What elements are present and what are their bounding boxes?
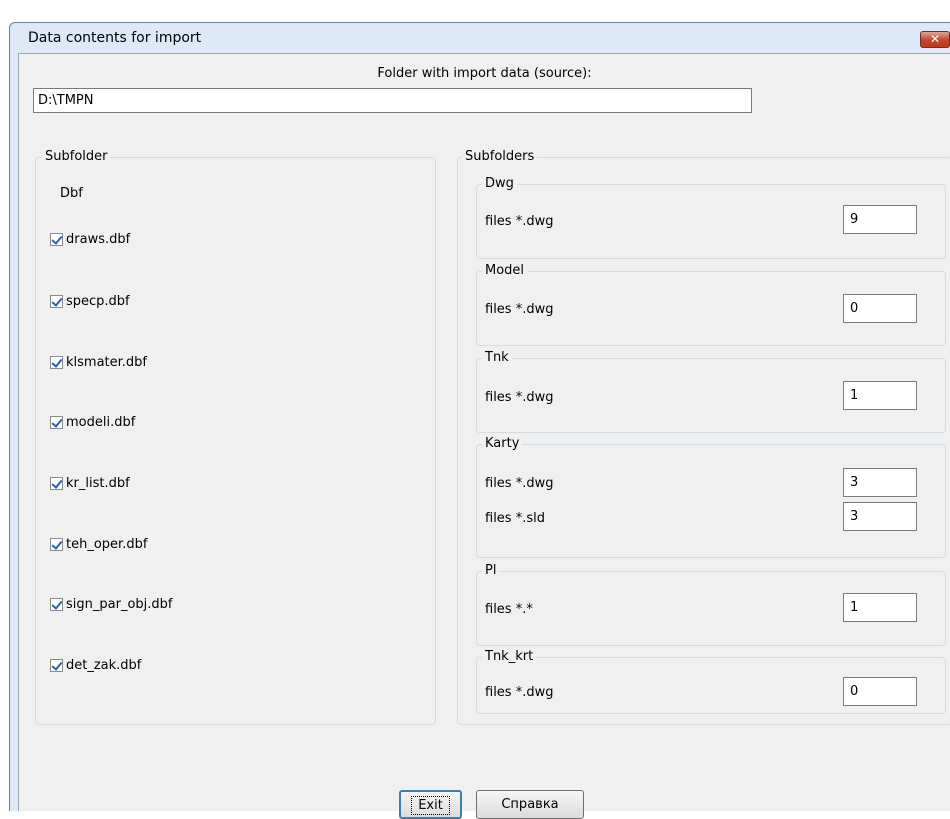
file-mask-label: files *.dwg bbox=[485, 476, 554, 491]
file-count-field[interactable] bbox=[843, 593, 917, 622]
dbf-file-checkbox[interactable]: specp.dbf bbox=[50, 293, 130, 311]
subgroup-name: Dwg bbox=[482, 176, 517, 192]
subgroup-name: Tnk_krt bbox=[482, 649, 537, 665]
subgroup-tnk-krt: Tnk_krt files *.dwg bbox=[476, 649, 946, 714]
checkbox-icon[interactable] bbox=[50, 537, 63, 551]
dbf-heading: Dbf bbox=[60, 186, 83, 201]
checkbox-icon[interactable] bbox=[50, 415, 63, 429]
checkbox-icon[interactable] bbox=[50, 232, 63, 246]
dbf-file-checkbox[interactable]: teh_oper.dbf bbox=[50, 536, 147, 554]
close-button[interactable]: ✕ bbox=[920, 31, 950, 48]
file-count-field[interactable] bbox=[843, 205, 917, 234]
dialog-body: Folder with import data (source): Subfol… bbox=[18, 53, 950, 819]
subgroup-model: Model files *.dwg bbox=[476, 263, 946, 346]
file-mask-label: files *.sld bbox=[485, 511, 545, 526]
subgroup-name: Model bbox=[482, 263, 528, 279]
checkbox-icon[interactable] bbox=[50, 597, 63, 611]
subgroup-dwg: Dwg files *.dwg bbox=[476, 176, 946, 259]
source-folder-input[interactable] bbox=[33, 88, 752, 113]
file-count-field[interactable] bbox=[843, 468, 917, 497]
checkbox-icon[interactable] bbox=[50, 355, 63, 369]
dbf-file-checkbox[interactable]: modeli.dbf bbox=[50, 414, 135, 432]
file-count-field[interactable] bbox=[843, 381, 917, 410]
file-count-field[interactable] bbox=[843, 677, 917, 706]
title-bar[interactable]: Data contents for import ✕ bbox=[10, 23, 950, 53]
subfolder-group: Subfolder Dbf draws.dbf specp.dbf klsmat… bbox=[35, 149, 436, 725]
subgroup-name: Tnk bbox=[482, 350, 512, 366]
file-count-field[interactable] bbox=[843, 502, 917, 531]
file-mask-label: files *.dwg bbox=[485, 302, 554, 317]
dbf-file-checkbox[interactable]: det_zak.dbf bbox=[50, 657, 141, 675]
subfolders-group: Subfolders Dwg files *.dwg Model files *… bbox=[457, 149, 950, 725]
import-dialog: Data contents for import ✕ Folder with i… bbox=[9, 22, 950, 819]
subgroup-pl: Pl files *.* bbox=[476, 563, 946, 646]
dbf-file-checkbox[interactable]: draws.dbf bbox=[50, 231, 130, 249]
file-mask-label: files *.dwg bbox=[485, 390, 554, 405]
file-mask-label: files *.dwg bbox=[485, 214, 554, 229]
dbf-file-checkbox[interactable]: sign_par_obj.dbf bbox=[50, 596, 172, 614]
subfolder-legend: Subfolder bbox=[42, 149, 111, 165]
checkbox-icon[interactable] bbox=[50, 294, 63, 308]
subfolders-legend: Subfolders bbox=[462, 149, 538, 165]
file-count-field[interactable] bbox=[843, 294, 917, 323]
subgroup-karty: Karty files *.dwg files *.sld bbox=[476, 436, 946, 558]
subgroup-name: Pl bbox=[482, 563, 500, 579]
subgroup-name: Karty bbox=[482, 436, 523, 452]
window-title: Data contents for import bbox=[28, 30, 202, 46]
file-mask-label: files *.* bbox=[485, 602, 533, 617]
help-button[interactable]: Справка bbox=[476, 790, 584, 819]
close-icon: ✕ bbox=[929, 32, 941, 46]
dbf-file-checkbox[interactable]: klsmater.dbf bbox=[50, 354, 147, 372]
exit-button[interactable]: Exit bbox=[399, 790, 462, 819]
subgroup-tnk: Tnk files *.dwg bbox=[476, 350, 946, 433]
file-mask-label: files *.dwg bbox=[485, 685, 554, 700]
dbf-file-checkbox[interactable]: kr_list.dbf bbox=[50, 475, 130, 493]
source-folder-label: Folder with import data (source): bbox=[377, 66, 592, 81]
checkbox-icon[interactable] bbox=[50, 658, 63, 672]
checkbox-icon[interactable] bbox=[50, 476, 63, 490]
